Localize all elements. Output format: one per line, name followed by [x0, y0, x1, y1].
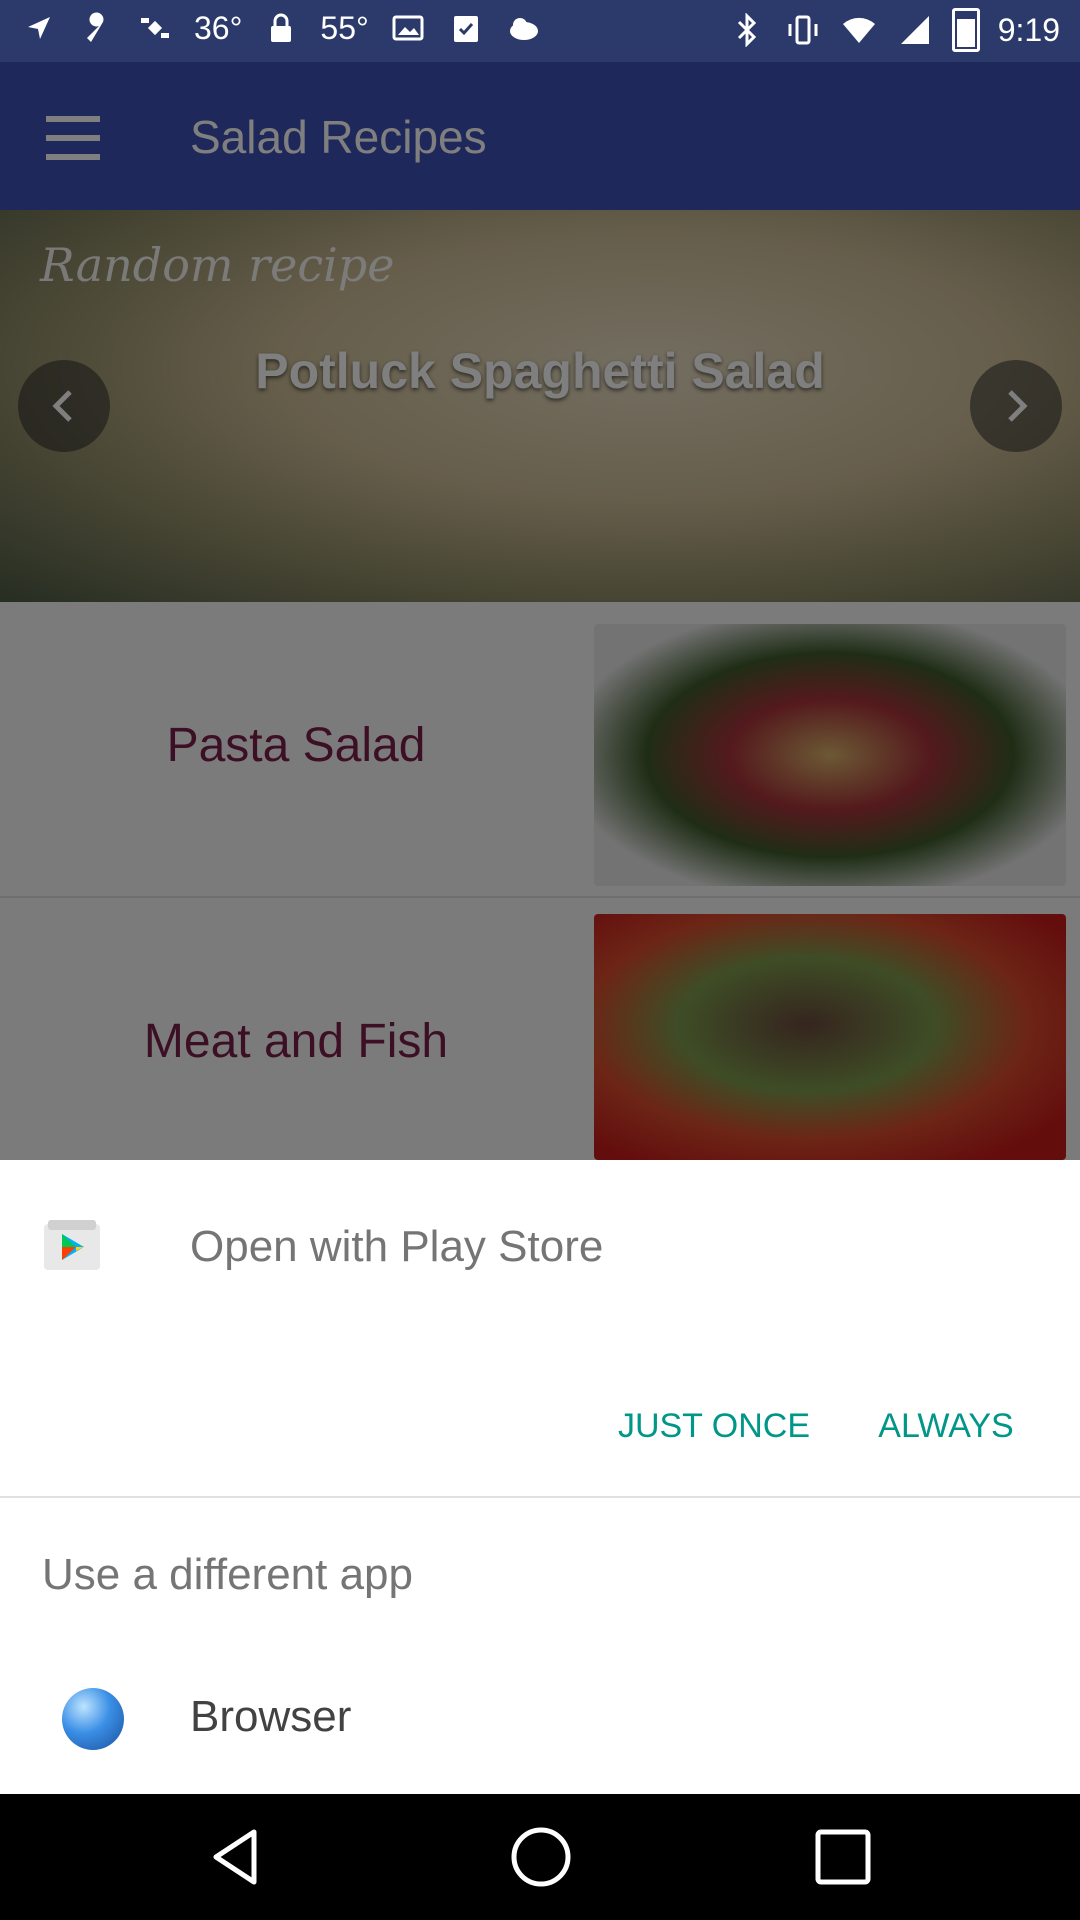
lock-icon: [262, 8, 300, 48]
divider: [0, 1496, 1080, 1498]
weather-icon: [505, 8, 543, 48]
battery-icon: [951, 8, 980, 52]
status-bar: 36° 55° 9:19: [0, 0, 1080, 62]
dialog-scrim[interactable]: [0, 62, 1080, 1160]
photo-icon: [389, 8, 427, 48]
app-screen: Salad Recipes Random recipe Potluck Spag…: [0, 62, 1080, 1160]
app-option-label: Browser: [190, 1692, 352, 1741]
just-once-button[interactable]: JUST ONCE: [600, 1388, 828, 1464]
back-icon[interactable]: [204, 1824, 270, 1890]
temperature-reading: 55°: [320, 9, 369, 46]
recent-apps-icon[interactable]: [810, 1824, 876, 1890]
globe-icon: [62, 1688, 124, 1750]
signal-icon: [896, 10, 934, 50]
check-clipboard-icon: [447, 8, 485, 48]
app-option-browser[interactable]: Browser: [0, 1654, 1080, 1784]
satellite-icon: [136, 8, 174, 48]
open-with-dialog: Open with Play Store JUST ONCE ALWAYS Us…: [0, 1160, 1080, 1794]
wifi-icon: [840, 10, 878, 50]
always-button[interactable]: ALWAYS: [862, 1388, 1030, 1464]
bluetooth-icon: [728, 10, 766, 50]
use-different-app-heading: Use a different app: [42, 1550, 413, 1599]
dialog-title: Open with Play Store: [190, 1222, 604, 1271]
clock: 9:19: [997, 11, 1060, 48]
temperature-reading: 36°: [194, 9, 243, 46]
home-icon[interactable]: [508, 1824, 574, 1890]
wrench-icon: [78, 8, 116, 48]
navigation-bar: [0, 1794, 1080, 1920]
play-store-icon: [40, 1218, 104, 1274]
vibrate-icon: [784, 10, 822, 50]
location-arrow-icon: [20, 8, 58, 48]
